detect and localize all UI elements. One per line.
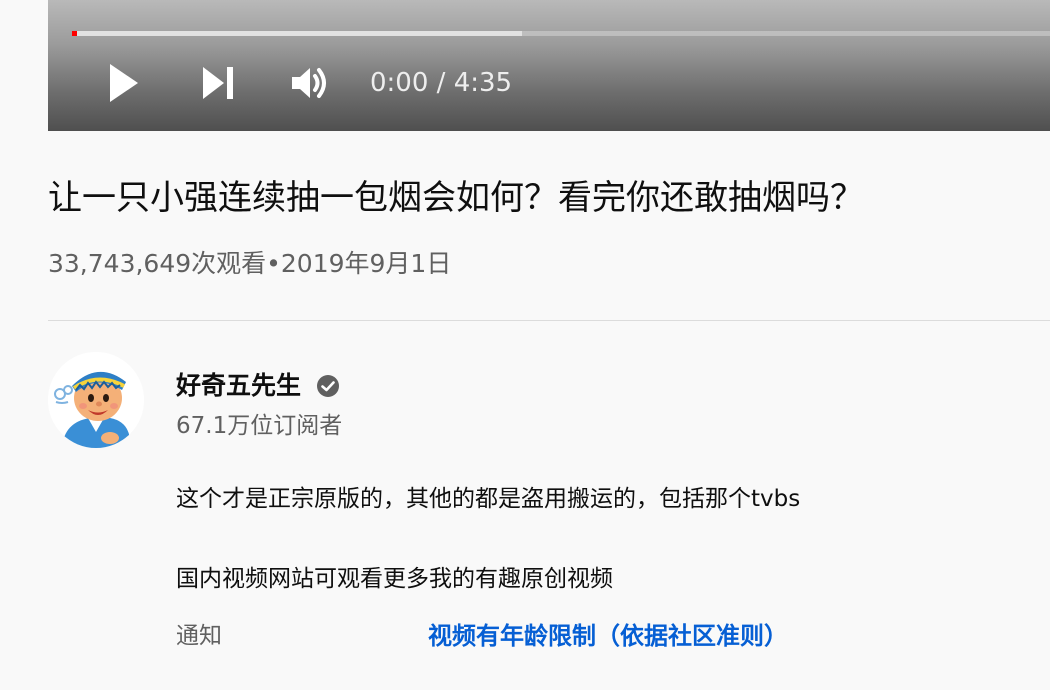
video-title: 让一只小强连续抽一包烟会如何？看完你还敢抽烟吗？: [48, 178, 864, 218]
volume-button[interactable]: [286, 58, 334, 108]
view-count: 33,743,649次观看: [48, 249, 267, 278]
meta-dot: •: [266, 249, 281, 278]
age-restriction-link[interactable]: 视频有年龄限制（依据社区准则）: [428, 616, 788, 656]
publish-date: 2019年9月1日: [280, 249, 452, 278]
video-meta: 33,743,649次观看•2019年9月1日: [48, 244, 451, 284]
play-button[interactable]: [98, 58, 146, 108]
current-time: 0:00: [370, 68, 429, 98]
channel-avatar[interactable]: [48, 352, 144, 448]
volume-icon: [292, 68, 326, 98]
time-display: 0:00 / 4:35: [370, 64, 512, 102]
verified-check-icon: [317, 375, 339, 397]
skip-next-icon: [203, 67, 233, 99]
progress-bar[interactable]: [72, 31, 1050, 36]
video-player[interactable]: 0:00 / 4:35: [48, 0, 1050, 131]
description-line: 国内视频网站可观看更多我的有趣原创视频: [176, 566, 613, 592]
next-button[interactable]: [194, 58, 242, 108]
time-separator: /: [436, 68, 446, 98]
video-page: 0:00 / 4:35 让一只小强连续抽一包烟会如何？看完你还敢抽烟吗？ 33,…: [0, 0, 1050, 690]
duration: 4:35: [453, 68, 513, 98]
divider: [48, 320, 1050, 321]
progress-buffered: [72, 31, 522, 36]
notice-label: 通知: [176, 623, 222, 649]
subscriber-count: 67.1万位订阅者: [176, 413, 343, 439]
play-icon: [110, 64, 138, 102]
channel-name[interactable]: 好奇五先生: [176, 366, 301, 406]
description-line: 这个才是正宗原版的，其他的都是盗用搬运的，包括那个tvbs: [176, 486, 801, 512]
cartoon-avatar-icon: [48, 352, 144, 448]
progress-played: [72, 31, 77, 36]
